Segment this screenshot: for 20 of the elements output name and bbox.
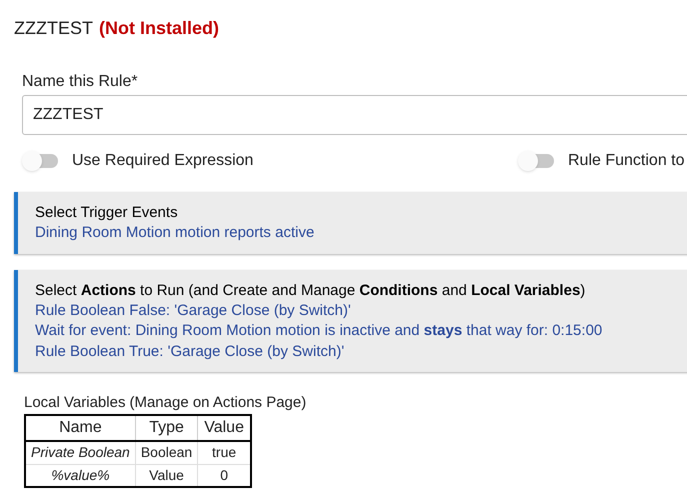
- variables-title: Local Variables: [24, 393, 126, 412]
- section-heading: Select Actions to Run (and Create and Manage Conditions and Local Variables): [35, 280, 586, 300]
- section-heading: Select Trigger Events: [35, 203, 179, 223]
- table-cell: Boolean: [135, 441, 198, 464]
- table-cell: Private Boolean: [25, 441, 136, 464]
- variables-note: (Manage on Actions Page): [129, 393, 306, 412]
- toggle-label: Use Required Expression: [72, 151, 254, 171]
- section-line[interactable]: Wait for event: Dining Room Motion motion is inactive and stays that way for: 0:15:00: [35, 321, 687, 342]
- rule-title: ZZZTEST: [14, 16, 93, 40]
- section-panel[interactable]: Select Trigger Events Dining Room Motion motion reports active: [14, 192, 687, 254]
- section-panel[interactable]: [14, 270, 687, 372]
- toggle-switch[interactable]: [22, 150, 58, 172]
- toggle-label: Rule Function to: [568, 151, 685, 171]
- rule-name-field[interactable]: ZZZTEST: [22, 95, 687, 135]
- toggle-switch[interactable]: [518, 150, 554, 172]
- section-line[interactable]: Dining Room Motion motion reports active: [35, 223, 687, 244]
- install-status: (Not Installed): [99, 16, 219, 40]
- section-line[interactable]: Rule Boolean False: 'Garage Close (by Switch)': [35, 300, 687, 321]
- field-label: Name this Rule*: [22, 72, 139, 92]
- section-line[interactable]: Rule Boolean True: 'Garage Close (by Switch)': [35, 342, 687, 362]
